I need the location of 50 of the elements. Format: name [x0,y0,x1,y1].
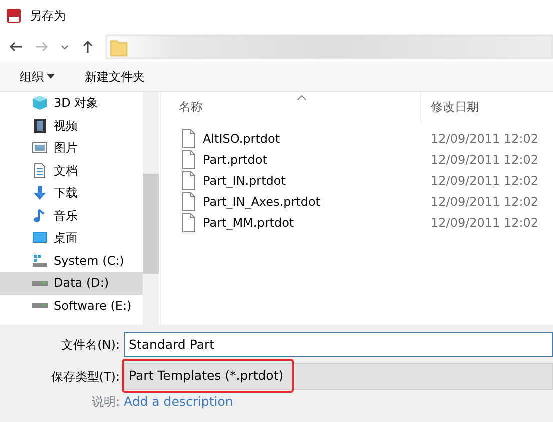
window-title: 另存为 [30,8,66,25]
file-name[interactable]: Part.prtdot [203,150,268,168]
sidebar-item[interactable]: 桌面 [0,227,143,250]
chevron-down-icon [60,43,70,51]
file-icon [181,170,197,190]
sidebar-item[interactable]: 视频 [0,114,143,137]
add-description-link[interactable]: Add a description [124,393,234,412]
sidebar-item[interactable]: 3D 对象 [0,92,143,114]
file-icon [181,150,197,170]
column-header[interactable]: 修改日期 [421,98,479,116]
table-cell-text: 12/09/2011 12:02 [430,214,539,232]
drive-icon [32,252,48,269]
sidebar-item[interactable]: 图片 [0,137,143,160]
field-label: 保存类型(T): [50,368,121,386]
film-icon [32,118,48,134]
sidebar-item[interactable]: Data (D:) [0,272,143,294]
sidebar-item[interactable]: 音乐 [0,204,143,227]
address-bar[interactable] [106,35,553,59]
download-arrow-icon [32,185,48,202]
filename-field[interactable]: Standard Part [124,332,553,357]
sidebar-item[interactable]: System (C:) [0,250,143,272]
picture-icon [32,140,48,156]
table-cell-text: 12/09/2011 12:02 [430,172,539,190]
file-name[interactable]: Part_IN_Axes.prtdot [203,192,321,210]
file-icon [181,212,197,232]
app-logo-icon [6,8,22,24]
folder-icon [110,38,128,56]
document-icon [32,162,48,179]
field-label: 文件名(N): [60,336,121,354]
save-type-dropdown[interactable]: Part Templates (*.prtdot) [124,363,553,390]
field-label: 说明: [90,394,121,412]
file-name[interactable]: Part_IN.prtdot [203,172,286,190]
sidebar-item[interactable]: 下载 [0,182,143,204]
new-folder-button[interactable]: 新建文件夹 [85,68,145,86]
table-cell-text: 12/09/2011 12:02 [430,194,539,210]
file-icon [181,192,197,212]
sidebar-item[interactable]: 文档 [0,160,143,182]
organize-menu-button[interactable]: 组织 [20,68,55,86]
table-cell-text: 12/09/2011 12:02 [430,130,539,148]
file-name[interactable]: Part_MM.prtdot [203,214,294,232]
drive-icon [32,303,48,308]
table-cell-text: 12/09/2011 12:02 [430,152,539,168]
cube-icon [32,95,48,112]
file-icon [181,128,197,148]
sidebar-item[interactable]: Software (E:) [0,294,143,317]
file-name[interactable]: AltISO.prtdot [203,130,280,148]
drive-icon [32,280,48,286]
scrollbar[interactable] [143,92,159,325]
caret-icon [47,73,55,80]
column-header[interactable]: 名称 [161,92,421,122]
